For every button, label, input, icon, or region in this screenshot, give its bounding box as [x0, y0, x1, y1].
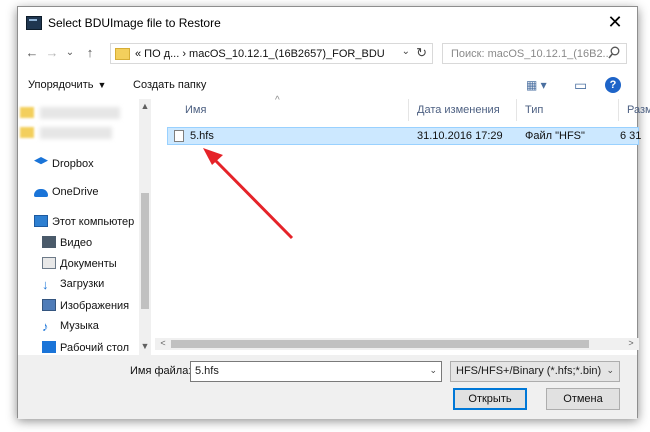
column-header-name[interactable]: Имя [177, 99, 409, 121]
desktop-icon [42, 341, 56, 353]
scrollbar-thumb[interactable] [171, 340, 589, 348]
search-placeholder: Поиск: macOS_10.12.1_(16B2... [451, 48, 612, 60]
breadcrumb[interactable]: « ПО д... › macOS_10.12.1_(16B2657)_FOR_… [135, 48, 385, 60]
close-icon[interactable]: ✕ [603, 11, 627, 33]
computer-icon [34, 215, 48, 227]
navigation-pane: Dropbox OneDrive Этот компьютер Видео До… [18, 99, 151, 355]
help-icon[interactable]: ? [605, 77, 621, 93]
search-input[interactable]: Поиск: macOS_10.12.1_(16B2... [442, 43, 627, 64]
chevron-down-icon[interactable]: ⌄ [429, 365, 437, 376]
table-row[interactable]: 5.hfs 31.10.2016 17:29 Файл "HFS" 6 31 [167, 127, 642, 145]
organize-button[interactable]: Упорядочить ▼ [28, 79, 106, 91]
file-type-value: HFS/HFS+/Binary (*.hfs;*.bin) [456, 365, 602, 377]
video-icon [42, 236, 56, 248]
sidebar-item-label: Dropbox [52, 158, 94, 170]
sidebar-item-pictures[interactable]: Изображения [42, 299, 129, 317]
view-options-icon[interactable]: ▦ ▾ [526, 77, 547, 93]
horizontal-scrollbar[interactable]: < > [155, 338, 639, 350]
sidebar-item-label: Документы [60, 258, 117, 270]
folder-icon [20, 107, 34, 118]
dialog-footer: Имя файла: 5.hfs ⌄ HFS/HFS+/Binary (*.hf… [18, 355, 637, 419]
filename-input[interactable]: 5.hfs ⌄ [190, 361, 442, 382]
cancel-button[interactable]: Отмена [546, 388, 620, 410]
organize-label: Упорядочить [28, 79, 94, 91]
onedrive-icon [34, 189, 48, 197]
new-folder-button[interactable]: Создать папку [133, 79, 206, 91]
sidebar-item-label: OneDrive [52, 186, 99, 198]
folder-icon [20, 127, 34, 138]
sidebar-item-label: Изображения [60, 300, 130, 312]
sidebar-item-onedrive[interactable]: OneDrive [34, 186, 98, 204]
chevron-down-icon[interactable]: ⌄ [606, 365, 614, 376]
address-row: ← → ⌄ ↑ « ПО д... › macOS_10.12.1_(16B26… [18, 39, 637, 69]
sidebar-item-music[interactable]: ♪ Музыка [42, 320, 99, 338]
file-open-dialog: Select BDUImage file to Restore ✕ ← → ⌄ … [17, 6, 650, 419]
downloads-icon: ↓ [42, 277, 49, 292]
sidebar-item-video[interactable]: Видео [42, 236, 92, 254]
preview-pane-icon[interactable]: ▭ [574, 77, 587, 93]
title-bar: Select BDUImage file to Restore ✕ [18, 7, 637, 39]
sidebar-item-label: Рабочий стол [60, 342, 130, 354]
scroll-down-icon[interactable]: ▼ [139, 341, 151, 351]
blurred-item [40, 107, 120, 119]
music-icon: ♪ [42, 319, 49, 334]
sidebar-item-this-pc[interactable]: Этот компьютер [34, 215, 134, 233]
folder-icon [115, 48, 130, 60]
sidebar-item-label: Видео [60, 237, 93, 249]
window-title: Select BDUImage file to Restore [48, 16, 221, 30]
filename-label: Имя файла: [130, 365, 192, 377]
address-bar[interactable]: « ПО д... › macOS_10.12.1_(16B2657)_FOR_… [110, 43, 433, 64]
sidebar-item-downloads[interactable]: ↓ Загрузки [42, 278, 104, 296]
scrollbar-thumb[interactable] [141, 193, 149, 309]
filename-value: 5.hfs [195, 365, 219, 377]
column-header-type[interactable]: Тип [517, 99, 619, 121]
file-type-select[interactable]: HFS/HFS+/Binary (*.hfs;*.bin) ⌄ [450, 361, 620, 382]
search-icon[interactable] [608, 46, 620, 60]
sidebar-item-desktop[interactable]: Рабочий стол [42, 341, 129, 355]
scroll-left-icon[interactable]: < [157, 338, 169, 348]
pictures-icon [42, 299, 56, 311]
column-header-size[interactable]: Разм [619, 99, 650, 121]
sidebar-item-documents[interactable]: Документы [42, 257, 117, 275]
documents-icon [42, 257, 56, 269]
file-size: 6 31 [620, 130, 642, 142]
up-arrow-icon[interactable]: ↑ [82, 45, 98, 61]
chevron-down-icon: ▼ [97, 80, 107, 90]
scroll-up-icon[interactable]: ▲ [139, 101, 151, 111]
navigation-scrollbar[interactable]: ▲ ▼ [139, 99, 151, 355]
forward-arrow-icon[interactable]: → [44, 45, 60, 61]
dropbox-icon [34, 157, 48, 165]
sidebar-item-label: Музыка [60, 320, 99, 332]
address-dropdown-icon[interactable]: ⌄ [402, 46, 410, 57]
refresh-icon[interactable]: ↻ [416, 45, 427, 61]
scroll-right-icon[interactable]: > [625, 338, 637, 348]
back-arrow-icon[interactable]: ← [24, 45, 40, 61]
sidebar-item-dropbox[interactable]: Dropbox [34, 157, 94, 175]
blurred-item [40, 127, 112, 139]
sidebar-item-label: Загрузки [60, 278, 105, 290]
sidebar-item-label: Этот компьютер [52, 216, 135, 228]
file-name: 5.hfs [190, 130, 214, 142]
file-date: 31.10.2016 17:29 [417, 130, 503, 142]
recent-locations-dropdown-icon[interactable]: ⌄ [62, 45, 78, 61]
app-icon [26, 16, 42, 30]
open-button[interactable]: Открыть [453, 388, 527, 410]
file-list: ^ Имя Дата изменения Тип Разм 5.hfs 31.1… [155, 95, 650, 355]
column-header-date[interactable]: Дата изменения [409, 99, 517, 121]
command-bar: Упорядочить ▼ Создать папку ▦ ▾ ▭ ? [18, 71, 637, 99]
file-icon [174, 130, 184, 142]
file-type: Файл "HFS" [525, 130, 585, 142]
